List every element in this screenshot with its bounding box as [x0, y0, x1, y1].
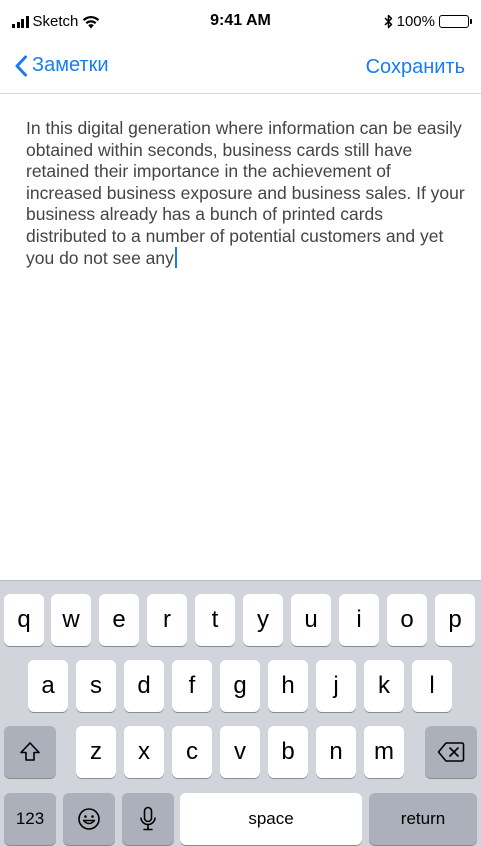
chevron-left-icon — [15, 55, 27, 76]
key-o[interactable]: o — [387, 594, 427, 646]
key-a[interactable]: a — [28, 660, 68, 712]
emoji-icon — [78, 808, 100, 830]
shift-key[interactable] — [4, 726, 56, 778]
key-w[interactable]: w — [51, 594, 91, 646]
keyboard: q w e r t y u i o p a s d f g h j k l z … — [0, 580, 481, 846]
key-d[interactable]: d — [124, 660, 164, 712]
backspace-icon — [437, 742, 465, 762]
key-i[interactable]: i — [339, 594, 379, 646]
key-r[interactable]: r — [147, 594, 187, 646]
text-cursor — [174, 247, 177, 268]
key-l[interactable]: l — [412, 660, 452, 712]
key-c[interactable]: c — [172, 726, 212, 778]
key-k[interactable]: k — [364, 660, 404, 712]
key-f[interactable]: f — [172, 660, 212, 712]
status-right: 100% — [384, 13, 472, 30]
key-q[interactable]: q — [4, 594, 44, 646]
key-p[interactable]: p — [435, 594, 475, 646]
shift-icon — [20, 742, 40, 761]
key-g[interactable]: g — [220, 660, 260, 712]
note-text: In this digital generation where informa… — [26, 118, 465, 268]
key-h[interactable]: h — [268, 660, 308, 712]
status-bar: Sketch 9:41 AM 100% — [0, 0, 481, 40]
key-e[interactable]: e — [99, 594, 139, 646]
numbers-key[interactable]: 123 — [4, 793, 56, 845]
key-n[interactable]: n — [316, 726, 356, 778]
navigation-bar: Заметки Сохранить — [0, 40, 481, 94]
bluetooth-icon — [384, 14, 392, 29]
key-b[interactable]: b — [268, 726, 308, 778]
space-key[interactable]: space — [180, 793, 362, 845]
note-text-editor[interactable]: In this digital generation where informa… — [26, 118, 466, 270]
dictation-key[interactable] — [122, 793, 174, 845]
battery-percent: 100% — [396, 13, 435, 30]
key-v[interactable]: v — [220, 726, 260, 778]
key-t[interactable]: t — [195, 594, 235, 646]
microphone-icon — [140, 806, 156, 831]
back-button[interactable]: Заметки — [14, 54, 109, 77]
key-j[interactable]: j — [316, 660, 356, 712]
back-button-label: Заметки — [32, 54, 109, 76]
battery-icon — [439, 15, 472, 28]
return-key[interactable]: return — [369, 793, 477, 845]
key-x[interactable]: x — [124, 726, 164, 778]
key-s[interactable]: s — [76, 660, 116, 712]
emoji-key[interactable] — [63, 793, 115, 845]
key-z[interactable]: z — [76, 726, 116, 778]
key-m[interactable]: m — [364, 726, 404, 778]
key-y[interactable]: y — [243, 594, 283, 646]
key-u[interactable]: u — [291, 594, 331, 646]
save-button[interactable]: Сохранить — [366, 56, 465, 79]
delete-key[interactable] — [425, 726, 477, 778]
